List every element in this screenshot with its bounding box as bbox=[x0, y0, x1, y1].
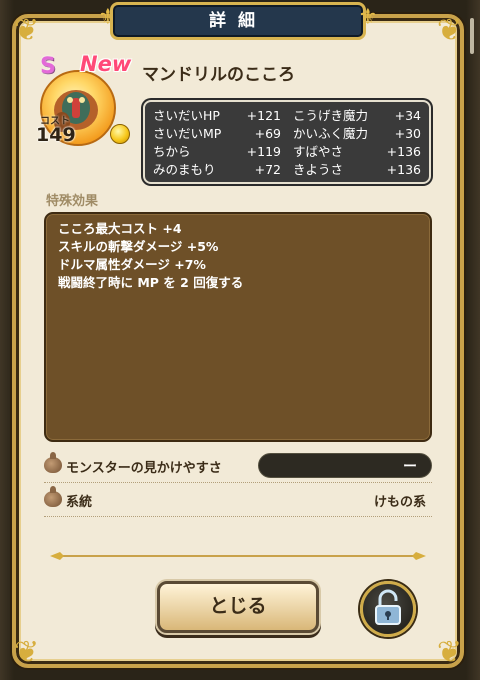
effect-line: スキルの斬撃ダメージ +5% bbox=[58, 239, 219, 254]
stat-value: +136 bbox=[386, 162, 421, 177]
stat-label: すばやさ bbox=[293, 144, 344, 159]
droplet-icon bbox=[44, 486, 62, 507]
page-title: 詳細 bbox=[110, 2, 366, 40]
stat-label: さいだいMP bbox=[153, 126, 222, 141]
background-right bbox=[466, 0, 480, 680]
divider bbox=[44, 516, 432, 518]
effect-line: こころ最大コスト +4 bbox=[58, 221, 182, 236]
corner-ornament-icon: ❦ bbox=[14, 635, 40, 670]
lineage-value: けもの系 bbox=[373, 495, 426, 510]
unlock-icon bbox=[375, 589, 401, 625]
stat-label: かいふく魔力 bbox=[293, 126, 369, 141]
stat-label: ちから bbox=[153, 144, 191, 159]
stat-label: こうげき魔力 bbox=[293, 108, 369, 123]
stat-row: こうげき魔力 +34 bbox=[293, 107, 421, 125]
look-label: モンスターの見かけやすさ bbox=[66, 461, 222, 476]
monster-name: マンドリルのこころ bbox=[142, 65, 295, 85]
lineage-row: 系統 bbox=[44, 486, 244, 512]
stat-value: +34 bbox=[394, 108, 421, 123]
decorative-divider bbox=[50, 552, 426, 560]
new-badge: New bbox=[80, 52, 132, 76]
lineage-label: 系統 bbox=[66, 495, 93, 510]
special-effects-title: 特殊効果 bbox=[46, 194, 99, 209]
coin-icon bbox=[110, 124, 130, 144]
stat-row: さいだいHP +121 bbox=[153, 107, 281, 125]
look-value: ー bbox=[403, 459, 417, 475]
effect-line: ドルマ属性ダメージ +7% bbox=[58, 257, 206, 272]
stat-label: きようさ bbox=[293, 162, 344, 177]
stat-label: さいだいHP bbox=[153, 108, 220, 123]
stat-value: +121 bbox=[246, 108, 281, 123]
droplet-icon bbox=[44, 452, 62, 473]
stats-panel: さいだいHP +121 こうげき魔力 +34 さいだいMP +69 かいふく魔力… bbox=[143, 100, 431, 184]
stat-row: さいだいMP +69 bbox=[153, 125, 281, 143]
stat-row: みのまもり +72 bbox=[153, 161, 281, 179]
stat-row: ちから +119 bbox=[153, 143, 281, 161]
look-row: モンスターの見かけやすさ bbox=[44, 452, 254, 478]
effect-line: 戦闘終了時に MP を 2 回復する bbox=[58, 275, 244, 290]
stat-value: +72 bbox=[254, 162, 281, 177]
scrollbar[interactable] bbox=[470, 18, 474, 54]
rank-badge: S bbox=[40, 54, 56, 79]
lock-button[interactable] bbox=[360, 581, 416, 637]
look-bar: ー bbox=[258, 453, 432, 478]
corner-ornament-icon: ❦ bbox=[436, 13, 462, 48]
close-button[interactable]: とじる bbox=[157, 581, 319, 633]
stat-label: みのまもり bbox=[153, 162, 216, 177]
stat-row: きようさ +136 bbox=[293, 161, 421, 179]
stat-value: +119 bbox=[246, 144, 281, 159]
corner-ornament-icon: ❦ bbox=[436, 635, 462, 670]
corner-ornament-icon: ❦ bbox=[14, 13, 40, 48]
stat-value: +69 bbox=[254, 126, 281, 141]
stat-row: かいふく魔力 +30 bbox=[293, 125, 421, 143]
fleur-ornament-icon: ⚜ bbox=[358, 5, 378, 30]
cost-value: 149 bbox=[36, 124, 76, 146]
stat-row: すばやさ +136 bbox=[293, 143, 421, 161]
stat-value: +30 bbox=[394, 126, 421, 141]
special-effects-box: こころ最大コスト +4 スキルの斬撃ダメージ +5% ドルマ属性ダメージ +7%… bbox=[44, 212, 432, 442]
stat-value: +136 bbox=[386, 144, 421, 159]
divider bbox=[44, 482, 432, 484]
